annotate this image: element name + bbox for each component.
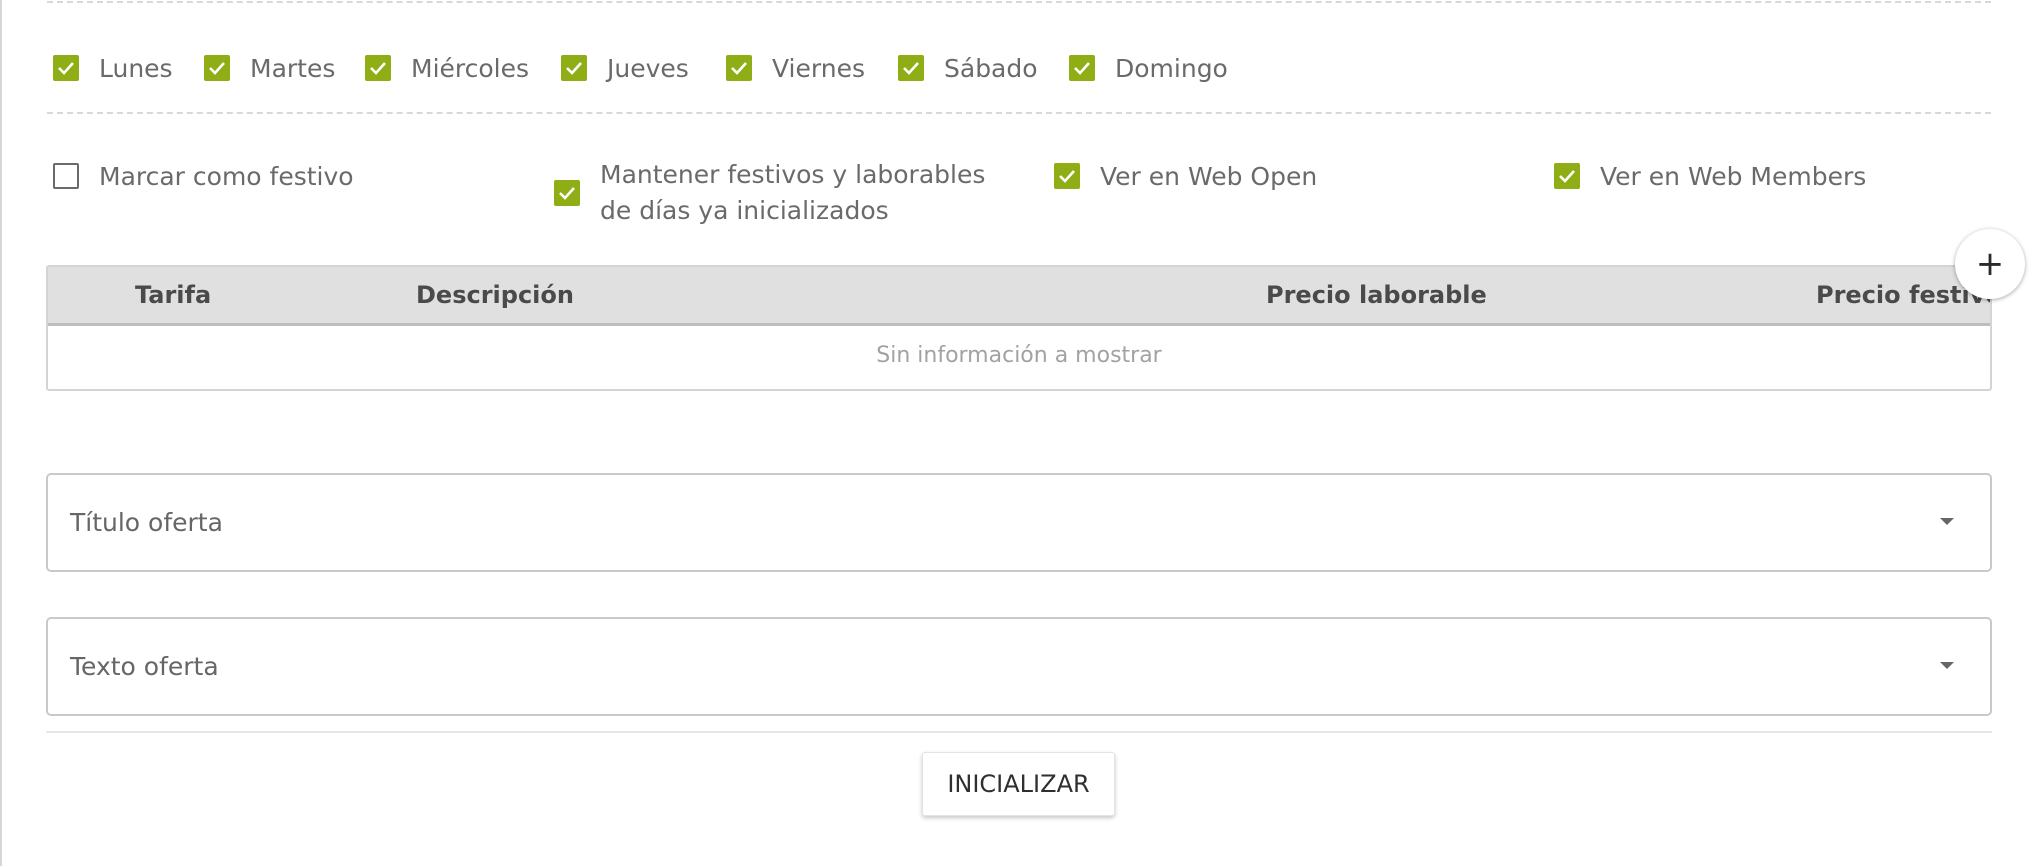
checkbox-label: Lunes [99, 53, 173, 83]
checkbox-marcar-festivo[interactable]: Marcar como festivo [53, 161, 354, 191]
panel-left-border [0, 0, 2, 866]
checkbox-label: Marcar como festivo [99, 161, 354, 191]
checkbox-checked-icon [1554, 163, 1580, 189]
divider [46, 731, 1992, 733]
checkbox-viernes[interactable]: Viernes [726, 53, 865, 83]
checkbox-checked-icon [898, 55, 924, 81]
checkbox-domingo[interactable]: Domingo [1069, 53, 1228, 83]
tarifas-table: Tarifa Descripción Precio laborable Prec… [46, 265, 1992, 391]
checkbox-label: Mantener festivos y laborables de días y… [600, 160, 986, 225]
add-row-button[interactable]: + [1955, 229, 2025, 299]
checkbox-label: Viernes [772, 53, 865, 83]
table-empty-message: Sin información a mostrar [876, 343, 1162, 368]
checkbox-mantener-festivos[interactable]: Mantener festivos y laborables de días y… [554, 156, 1014, 230]
checkbox-label: Ver en Web Members [1600, 161, 1867, 191]
texto-oferta-placeholder: Texto oferta [70, 652, 219, 681]
checkbox-checked-icon [365, 55, 391, 81]
dashed-divider [47, 112, 1991, 114]
checkbox-checked-icon [554, 180, 580, 206]
dropdown-caret-icon [1940, 518, 1954, 525]
checkbox-unchecked-icon [53, 163, 79, 189]
checkbox-label: Domingo [1115, 53, 1228, 83]
checkbox-label: Martes [250, 53, 336, 83]
texto-oferta-select[interactable]: Texto oferta [46, 617, 1992, 716]
checkbox-ver-web-members[interactable]: Ver en Web Members [1554, 161, 1867, 191]
checkbox-jueves[interactable]: Jueves [561, 53, 689, 83]
checkbox-martes[interactable]: Martes [204, 53, 336, 83]
checkbox-lunes[interactable]: Lunes [53, 53, 173, 83]
checkbox-checked-icon [204, 55, 230, 81]
checkbox-label: Miércoles [411, 53, 530, 83]
dashed-divider [47, 1, 1991, 3]
checkbox-label: Ver en Web Open [1100, 161, 1318, 191]
column-header-descripcion[interactable]: Descripción [416, 267, 574, 324]
dropdown-caret-icon [1940, 662, 1954, 669]
column-header-tarifa[interactable]: Tarifa [135, 267, 211, 324]
checkbox-label: Jueves [607, 53, 689, 83]
checkbox-checked-icon [53, 55, 79, 81]
checkbox-sabado[interactable]: Sábado [898, 53, 1038, 83]
checkbox-checked-icon [1069, 55, 1095, 81]
table-header: Tarifa Descripción Precio laborable Prec… [48, 267, 1990, 326]
titulo-oferta-placeholder: Título oferta [70, 508, 223, 537]
plus-icon: + [1975, 244, 2005, 284]
column-header-precio-laborable[interactable]: Precio laborable [1266, 267, 1487, 324]
checkbox-checked-icon [726, 55, 752, 81]
checkbox-checked-icon [1054, 163, 1080, 189]
checkbox-label: Sábado [944, 53, 1038, 83]
checkbox-checked-icon [561, 55, 587, 81]
titulo-oferta-select[interactable]: Título oferta [46, 473, 1992, 572]
inicializar-button[interactable]: INICIALIZAR [922, 752, 1115, 816]
checkbox-miercoles[interactable]: Miércoles [365, 53, 530, 83]
checkbox-ver-web-open[interactable]: Ver en Web Open [1054, 161, 1318, 191]
